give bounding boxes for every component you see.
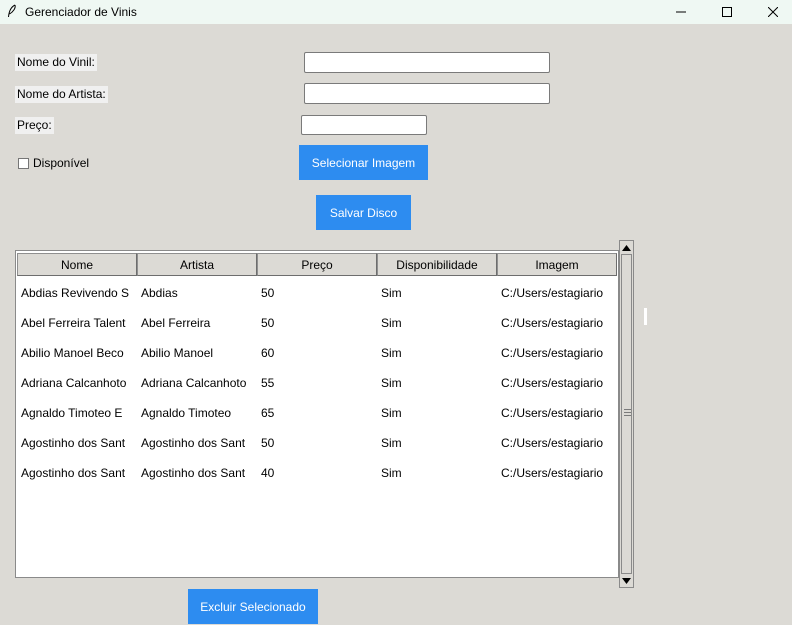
triangle-up-icon [622, 244, 631, 251]
minimize-icon [676, 11, 686, 13]
cell-disponibilidade: Sim [381, 435, 402, 450]
cell-nome: Abel Ferreira Talent [21, 315, 126, 330]
cell-preco: 65 [261, 405, 275, 420]
column-header-preco[interactable]: Preço [257, 253, 377, 276]
vinyl-table[interactable]: Nome Artista Preço Disponibilidade Image… [15, 250, 619, 578]
cell-nome: Abilio Manoel Beco [21, 345, 124, 360]
cell-imagem: C:/Users/estagiario [501, 465, 604, 480]
cell-disponibilidade: Sim [381, 285, 402, 300]
column-header-imagem[interactable]: Imagem [497, 253, 617, 276]
cell-disponibilidade: Sim [381, 375, 402, 390]
table-row[interactable]: Abdias Revivendo S Abdias 50 Sim C:/User… [16, 278, 616, 308]
cell-artista: Abdias [141, 285, 178, 300]
preco-label: Preço: [15, 117, 54, 134]
cell-preco: 50 [261, 315, 275, 330]
table-row[interactable]: Adriana Calcanhoto Adriana Calcanhoto 55… [16, 368, 616, 398]
nome-artista-input[interactable] [304, 83, 550, 104]
disponivel-checkbox-group[interactable]: Disponível [18, 156, 89, 170]
cell-preco: 60 [261, 345, 275, 360]
cell-preco: 40 [261, 465, 275, 480]
select-image-button[interactable]: Selecionar Imagem [299, 145, 428, 180]
stray-widget [644, 308, 647, 325]
table-row[interactable]: Agnaldo Timoteo E Agnaldo Timoteo 65 Sim… [16, 398, 616, 428]
cell-nome: Adriana Calcanhoto [21, 375, 127, 390]
nome-vinil-input[interactable] [304, 52, 550, 73]
feather-icon [8, 4, 16, 18]
cell-disponibilidade: Sim [381, 465, 402, 480]
cell-artista: Agostinho dos Sant [141, 435, 246, 450]
table-row[interactable]: Abilio Manoel Beco Abilio Manoel 60 Sim … [16, 338, 616, 368]
cell-preco: 50 [261, 435, 275, 450]
cell-nome: Agostinho dos Sant [21, 465, 126, 480]
scroll-up-button[interactable] [621, 242, 632, 253]
cell-nome: Abdias Revivendo S [21, 285, 130, 300]
cell-imagem: C:/Users/estagiario [501, 285, 604, 300]
cell-disponibilidade: Sim [381, 405, 402, 420]
table-header: Nome Artista Preço Disponibilidade Image… [17, 253, 617, 276]
cell-preco: 50 [261, 285, 275, 300]
close-icon [768, 7, 778, 17]
cell-imagem: C:/Users/estagiario [501, 375, 604, 390]
column-header-disponibilidade[interactable]: Disponibilidade [377, 253, 497, 276]
cell-disponibilidade: Sim [381, 345, 402, 360]
delete-selected-button[interactable]: Excluir Selecionado [188, 589, 318, 624]
nome-artista-label: Nome do Artista: [15, 86, 108, 103]
cell-artista: Agnaldo Timoteo [141, 405, 232, 420]
cell-nome: Agostinho dos Sant [21, 435, 126, 450]
cell-artista: Abilio Manoel [141, 345, 214, 360]
scroll-down-button[interactable] [621, 575, 632, 586]
grip-icon [624, 409, 631, 416]
triangle-down-icon [622, 577, 631, 584]
cell-artista: Agostinho dos Sant [141, 465, 246, 480]
table-scrollbar[interactable] [619, 240, 634, 588]
maximize-icon [722, 7, 732, 17]
save-disc-button[interactable]: Salvar Disco [316, 195, 411, 230]
cell-imagem: C:/Users/estagiario [501, 405, 604, 420]
title-bar: Gerenciador de Vinis [0, 0, 792, 24]
table-row[interactable]: Agostinho dos Sant Agostinho dos Sant 40… [16, 458, 616, 488]
table-row[interactable]: Abel Ferreira Talent Abel Ferreira 50 Si… [16, 308, 616, 338]
scrollbar-thumb[interactable] [621, 254, 632, 574]
minimize-button[interactable] [658, 0, 704, 24]
column-header-nome[interactable]: Nome [17, 253, 137, 276]
cell-disponibilidade: Sim [381, 315, 402, 330]
cell-imagem: C:/Users/estagiario [501, 345, 604, 360]
preco-input[interactable] [301, 115, 427, 135]
disponivel-checkbox[interactable] [18, 157, 29, 169]
maximize-button[interactable] [704, 0, 750, 24]
cell-imagem: C:/Users/estagiario [501, 435, 604, 450]
nome-vinil-label: Nome do Vinil: [15, 54, 97, 71]
cell-artista: Adriana Calcanhoto [141, 375, 247, 390]
close-button[interactable] [750, 0, 792, 24]
column-header-artista[interactable]: Artista [137, 253, 257, 276]
cell-imagem: C:/Users/estagiario [501, 315, 604, 330]
cell-nome: Agnaldo Timoteo E [21, 405, 123, 420]
table-row[interactable]: Agostinho dos Sant Agostinho dos Sant 50… [16, 428, 616, 458]
window-title: Gerenciador de Vinis [25, 5, 137, 19]
cell-artista: Abel Ferreira [141, 315, 211, 330]
disponivel-label: Disponível [33, 156, 90, 170]
cell-preco: 55 [261, 375, 275, 390]
